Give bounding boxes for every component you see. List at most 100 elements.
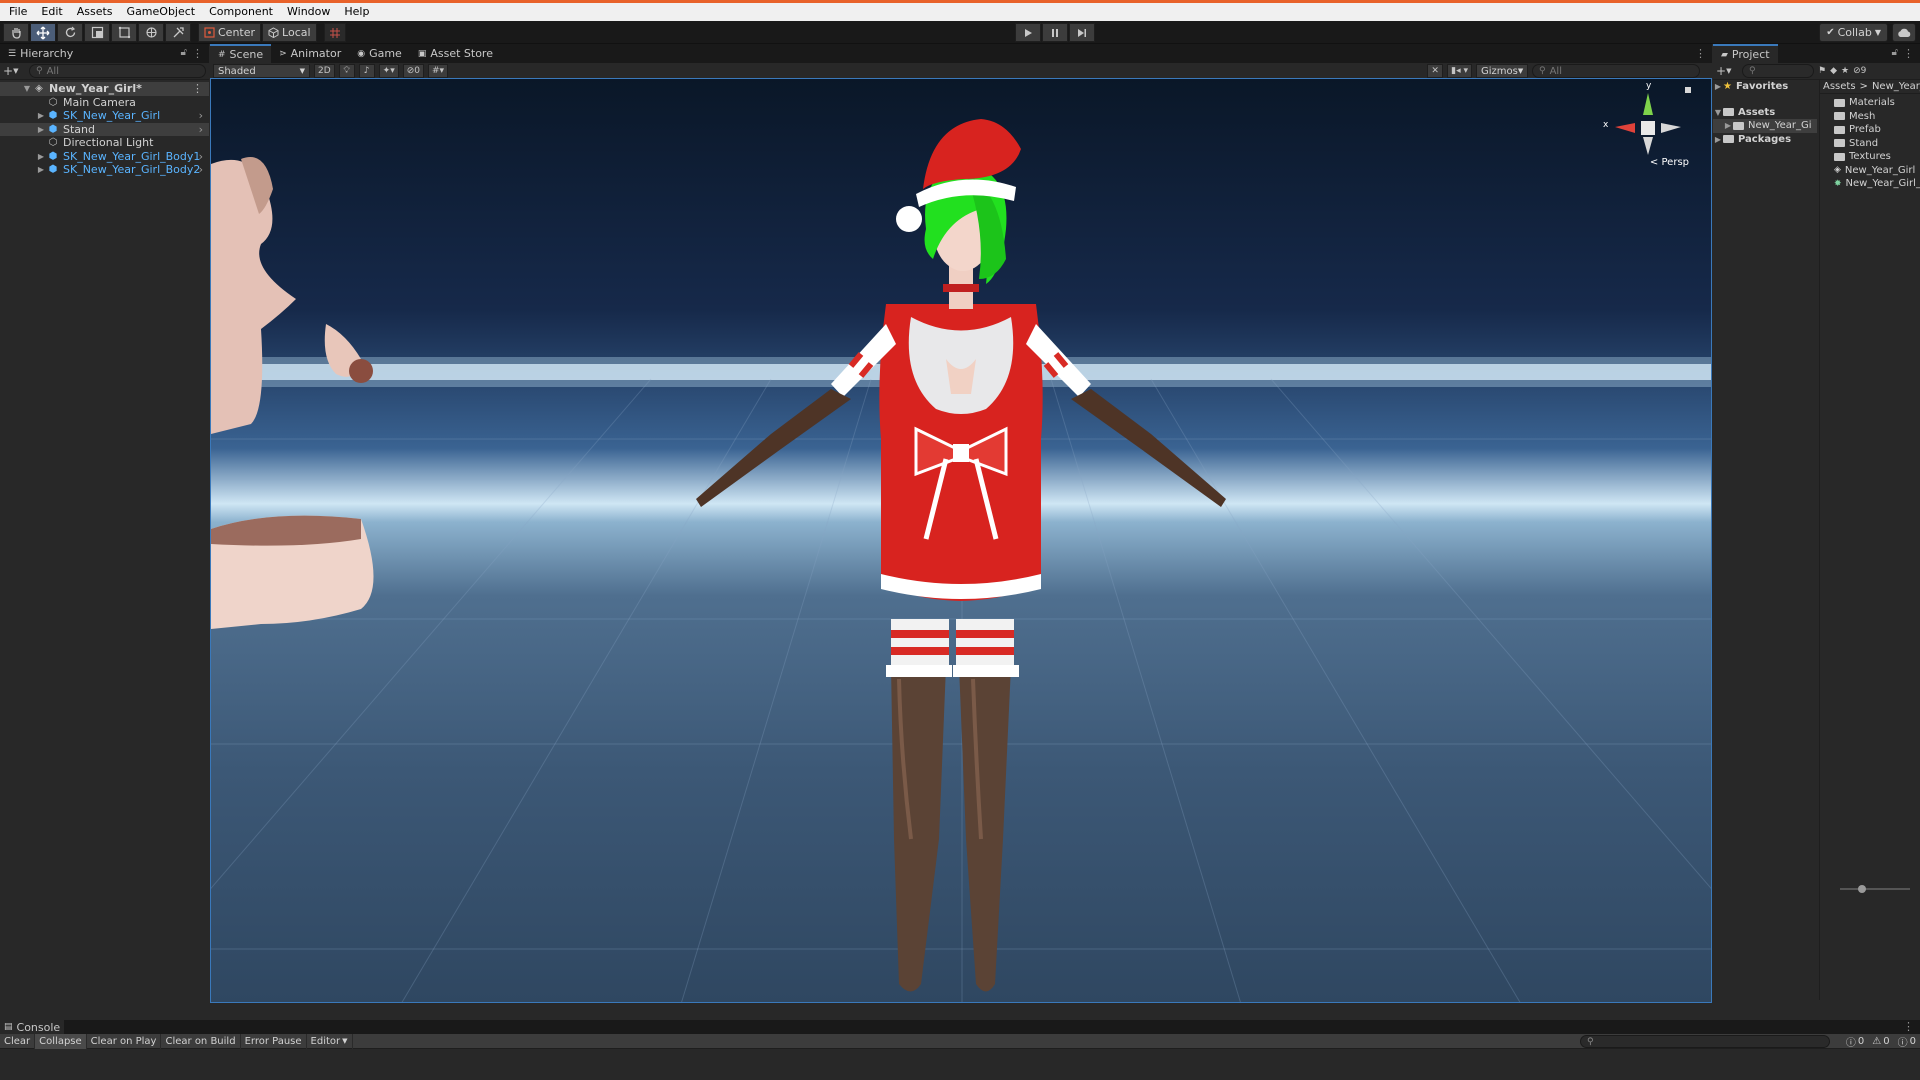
expand-arrow-icon[interactable]: ▼ <box>1713 108 1723 117</box>
hand-tool-icon[interactable] <box>3 23 29 42</box>
pause-icon[interactable] <box>1042 23 1068 42</box>
hierarchy-item-body1[interactable]: ▶ ⬢ SK_New_Year_Girl_Body1 › <box>0 150 209 164</box>
tab-animator[interactable]: ⋗ Animator <box>271 44 349 63</box>
tools-icon[interactable]: ✕ <box>1427 64 1444 78</box>
shading-mode-dropdown[interactable]: Shaded ▼ <box>213 64 310 78</box>
tab-scene[interactable]: # Scene <box>210 44 272 63</box>
transform-tool-icon[interactable] <box>138 23 164 42</box>
expand-arrow-icon[interactable]: ▶ <box>1723 121 1733 130</box>
visibility-toggle-button[interactable]: ⊘ 0 <box>402 64 424 78</box>
asset-item-mesh[interactable]: Mesh <box>1820 110 1920 124</box>
cloud-icon[interactable] <box>1892 23 1916 42</box>
expand-arrow-icon[interactable]: ▶ <box>1713 135 1723 144</box>
hierarchy-item-sk-new-year-girl[interactable]: ▶ ⬢ SK_New_Year_Girl › <box>0 109 209 123</box>
hierarchy-search-input[interactable]: ⚲ All <box>29 64 206 78</box>
pivot-local-button[interactable]: Local <box>262 23 317 42</box>
expand-arrow-icon[interactable]: ▶ <box>36 111 46 120</box>
asset-item-scene[interactable]: ◈ New_Year_Girl <box>1820 164 1920 178</box>
asset-item-prefab[interactable]: Prefab <box>1820 123 1920 137</box>
menu-help[interactable]: Help <box>337 3 376 21</box>
perspective-toggle[interactable]: < Persp <box>1650 157 1689 168</box>
breadcrumb-leaf[interactable]: New_Year_ <box>1872 81 1920 92</box>
rotate-tool-icon[interactable] <box>57 23 83 42</box>
grid-snap-icon[interactable] <box>323 23 346 42</box>
collapse-button[interactable]: Collapse <box>35 1033 87 1049</box>
audio-toggle-icon[interactable]: ♪ <box>358 64 375 78</box>
hierarchy-item-stand[interactable]: ▶ ⬢ Stand › <box>0 122 209 136</box>
effects-toggle-icon[interactable]: ✦▾ <box>378 64 399 78</box>
asset-item-textures[interactable]: Textures <box>1820 150 1920 164</box>
pivot-center-button[interactable]: Center <box>198 23 262 42</box>
kebab-menu-icon[interactable]: ⋮ <box>192 82 203 95</box>
rect-tool-icon[interactable] <box>111 23 137 42</box>
expand-arrow-icon[interactable]: ▶ <box>36 165 46 174</box>
asset-item-lighting[interactable]: ✸ New_Year_Girl_ <box>1820 177 1920 191</box>
camera-dropdown-icon[interactable]: ▮◂ ▾ <box>1447 64 1472 78</box>
gizmos-dropdown[interactable]: Gizmos ▼ <box>1476 64 1528 78</box>
hierarchy-item-directional-light[interactable]: ⬡ Directional Light <box>0 136 209 150</box>
chevron-right-icon[interactable]: › <box>199 163 203 176</box>
project-tree-new-year-girl[interactable]: ▶ New_Year_Gi <box>1713 119 1817 133</box>
filter-label-icon[interactable]: ◆ <box>1830 66 1837 76</box>
hierarchy-item-body2[interactable]: ▶ ⬢ SK_New_Year_Girl_Body2 › <box>0 163 209 177</box>
clear-on-build-button[interactable]: Clear on Build <box>161 1033 241 1049</box>
grid-toggle-icon[interactable]: #▾ <box>428 64 449 78</box>
scene-viewport[interactable]: y x < Persp <box>210 78 1712 1003</box>
chevron-right-icon[interactable]: › <box>199 123 203 136</box>
favorite-star-icon[interactable]: ★ <box>1841 66 1849 76</box>
kebab-menu-icon[interactable]: ⋮ <box>192 47 203 60</box>
project-tree-packages[interactable]: ▶ Packages <box>1713 133 1817 147</box>
menu-file[interactable]: File <box>2 3 34 21</box>
error-count-toggle[interactable]: ⓘ 0 <box>1894 1034 1920 1049</box>
tab-project[interactable]: ▰ Project <box>1713 44 1778 63</box>
hierarchy-scene-root[interactable]: ▼ ◈ New_Year_Girl* ⋮ <box>0 82 209 96</box>
icon-size-slider[interactable] <box>1840 885 1910 893</box>
scene-search-input[interactable]: ⚲ All <box>1532 64 1700 78</box>
clear-button[interactable]: Clear <box>0 1033 36 1049</box>
tab-hierarchy[interactable]: ☰ Hierarchy <box>0 44 81 63</box>
asset-item-stand[interactable]: Stand <box>1820 137 1920 151</box>
eye-slash-icon[interactable]: ⊘9 <box>1853 66 1866 76</box>
move-tool-icon[interactable] <box>30 23 56 42</box>
chevron-right-icon[interactable]: › <box>199 109 203 122</box>
lock-icon[interactable]: 🔓︎ <box>1892 47 1898 58</box>
warning-count-toggle[interactable]: ⚠ 0 <box>1868 1034 1893 1049</box>
play-icon[interactable] <box>1015 23 1041 42</box>
slider-handle[interactable] <box>1858 885 1866 893</box>
menu-edit[interactable]: Edit <box>34 3 69 21</box>
tab-asset-store[interactable]: ▣ Asset Store <box>410 44 501 63</box>
breadcrumb-root[interactable]: Assets <box>1823 81 1856 92</box>
kebab-menu-icon[interactable]: ⋮ <box>1903 1020 1914 1033</box>
kebab-menu-icon[interactable]: ⋮ <box>1695 47 1706 60</box>
clear-on-play-button[interactable]: Clear on Play <box>87 1033 162 1049</box>
create-dropdown-button[interactable]: + ▼ <box>3 64 25 78</box>
menu-window[interactable]: Window <box>280 3 337 21</box>
hierarchy-item-main-camera[interactable]: ⬡ Main Camera <box>0 96 209 110</box>
expand-arrow-icon[interactable]: ▶ <box>36 152 46 161</box>
expand-arrow-icon[interactable]: ▶ <box>36 125 46 134</box>
expand-arrow-icon[interactable]: ▶ <box>1713 82 1723 91</box>
lighting-toggle-icon[interactable]: 💡︎ <box>338 64 355 78</box>
console-search-input[interactable]: ⚲ <box>1580 1035 1830 1048</box>
custom-tool-icon[interactable] <box>165 23 191 42</box>
tab-game[interactable]: ◉ Game <box>349 44 410 63</box>
menu-component[interactable]: Component <box>202 3 280 21</box>
collab-button[interactable]: ✔ Collab ▼ <box>1819 23 1888 42</box>
chevron-right-icon[interactable]: › <box>199 150 203 163</box>
tab-console[interactable]: ▤ Console <box>0 1020 65 1034</box>
asset-item-materials[interactable]: Materials <box>1820 96 1920 110</box>
project-tree-favorites[interactable]: ▶ ★ Favorites <box>1713 80 1817 94</box>
project-search-input[interactable]: ⚲ <box>1742 64 1814 78</box>
error-pause-button[interactable]: Error Pause <box>241 1033 307 1049</box>
2d-toggle-button[interactable]: 2D <box>314 64 335 78</box>
editor-dropdown[interactable]: Editor ▼ <box>307 1033 353 1049</box>
filter-type-icon[interactable]: ⚑ <box>1818 66 1826 76</box>
create-asset-button[interactable]: + ▼ <box>1716 64 1738 78</box>
lock-icon[interactable]: 🔓︎ <box>181 47 187 58</box>
step-icon[interactable] <box>1069 23 1095 42</box>
kebab-menu-icon[interactable]: ⋮ <box>1903 47 1914 60</box>
scale-tool-icon[interactable] <box>84 23 110 42</box>
project-tree-assets[interactable]: ▼ Assets <box>1713 106 1817 120</box>
menu-gameobject[interactable]: GameObject <box>120 3 203 21</box>
info-count-toggle[interactable]: ⓘ 0 <box>1842 1034 1868 1049</box>
